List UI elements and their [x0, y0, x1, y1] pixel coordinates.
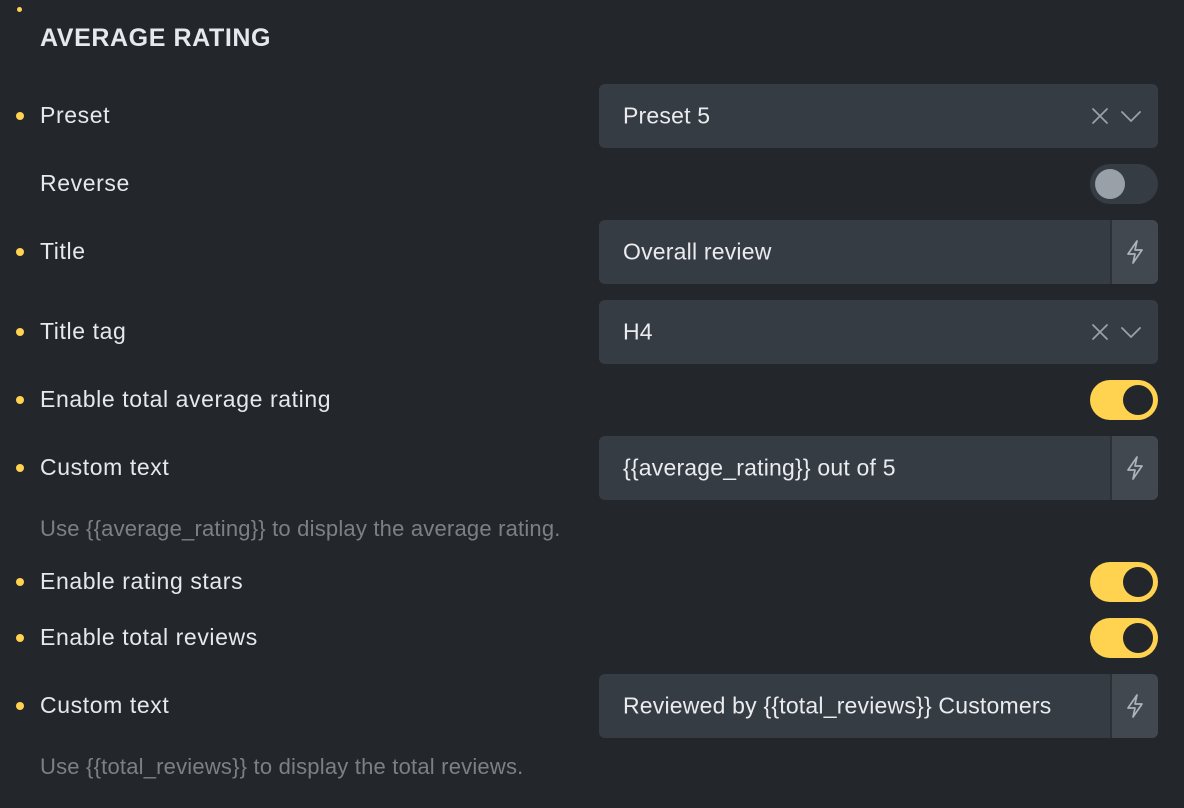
custom-text-2-label: Custom text — [40, 692, 170, 718]
section-title: AVERAGE RATING — [40, 24, 272, 52]
custom-text-1-label: Custom text — [40, 454, 170, 480]
custom-text-2-input[interactable]: Reviewed by {{total_reviews}} Customers — [599, 674, 1158, 738]
title-tag-label: Title tag — [40, 318, 127, 344]
enable-total-average-rating-modified-dot — [16, 396, 24, 404]
dynamic-data-icon — [1127, 694, 1143, 718]
dynamic-data-icon — [1127, 240, 1143, 264]
preset-select-value: Preset 5 — [623, 102, 711, 129]
title-input[interactable]: Overall review — [599, 220, 1158, 284]
reverse-toggle[interactable] — [1090, 164, 1158, 204]
dynamic-data-button[interactable] — [1110, 220, 1158, 284]
clear-icon[interactable] — [1090, 322, 1110, 342]
custom-text-2-input-value: Reviewed by {{total_reviews}} Customers — [623, 692, 1052, 719]
enable-rating-stars-modified-dot — [16, 578, 24, 586]
custom-text-1-modified-dot — [16, 464, 24, 472]
enable-total-reviews-label: Enable total reviews — [40, 624, 258, 650]
enable-rating-stars-label: Enable rating stars — [40, 568, 244, 594]
custom-text-1-hint: Use {{average_rating}} to display the av… — [40, 516, 561, 541]
title-tag-select[interactable]: H4 — [599, 300, 1158, 364]
custom-text-1-input-value: {{average_rating}} out of 5 — [623, 454, 896, 481]
title-tag-modified-dot — [16, 328, 24, 336]
enable-total-reviews-modified-dot — [16, 634, 24, 642]
custom-text-1-input[interactable]: {{average_rating}} out of 5 — [599, 436, 1158, 500]
dynamic-data-icon — [1127, 456, 1143, 480]
clear-icon[interactable] — [1090, 106, 1110, 126]
enable-rating-stars-toggle[interactable] — [1090, 562, 1158, 602]
section-indicator-dot — [17, 7, 22, 12]
title-label: Title — [40, 238, 86, 264]
reverse-label: Reverse — [40, 170, 130, 196]
toggle-knob — [1123, 385, 1153, 415]
preset-modified-dot — [16, 112, 24, 120]
enable-total-reviews-toggle[interactable] — [1090, 618, 1158, 658]
custom-text-2-hint: Use {{total_reviews}} to display the tot… — [40, 754, 524, 779]
toggle-knob — [1123, 623, 1153, 653]
dynamic-data-button[interactable] — [1110, 674, 1158, 738]
dynamic-data-button[interactable] — [1110, 436, 1158, 500]
preset-label: Preset — [40, 102, 111, 128]
enable-total-average-rating-toggle[interactable] — [1090, 380, 1158, 420]
preset-select[interactable]: Preset 5 — [599, 84, 1158, 148]
title-modified-dot — [16, 248, 24, 256]
chevron-down-icon[interactable] — [1120, 105, 1142, 127]
enable-total-average-rating-label: Enable total average rating — [40, 386, 332, 412]
title-input-value: Overall review — [623, 238, 772, 265]
toggle-knob — [1095, 169, 1125, 199]
toggle-knob — [1123, 567, 1153, 597]
custom-text-2-modified-dot — [16, 702, 24, 710]
chevron-down-icon[interactable] — [1120, 321, 1142, 343]
title-tag-select-value: H4 — [623, 318, 653, 345]
